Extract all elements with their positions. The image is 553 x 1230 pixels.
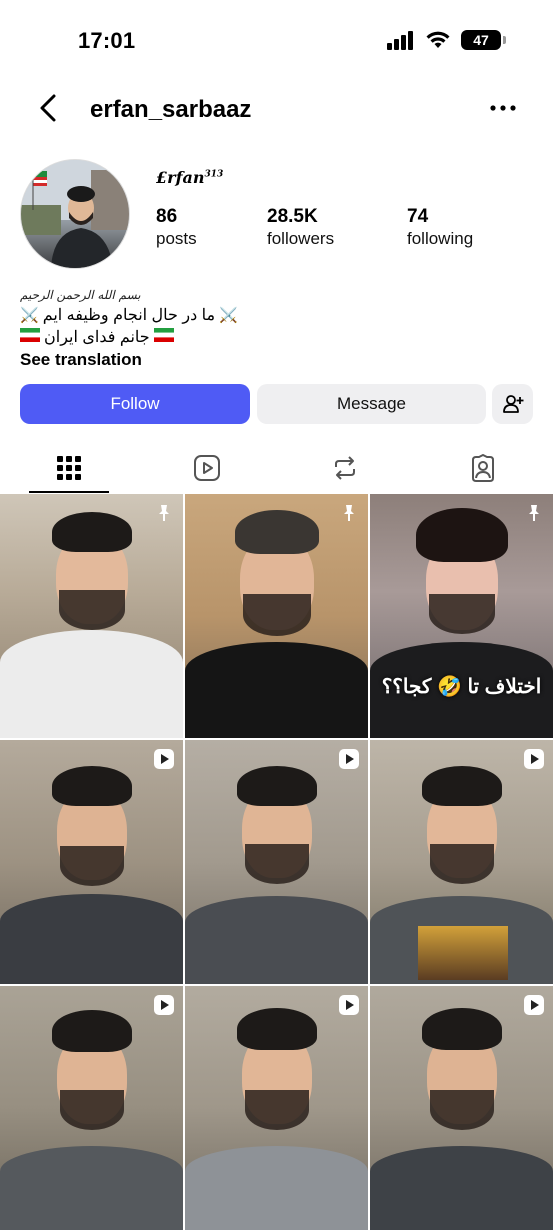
reel-icon: [338, 748, 360, 770]
post-image-detail: [185, 1146, 368, 1230]
posts-grid: اختلاف تا 🤣 کجا؟؟: [0, 494, 553, 1230]
post-image-detail: [421, 766, 502, 806]
post-image-detail: [51, 766, 132, 806]
post-image-detail: [185, 896, 368, 984]
crossed-swords-icon: ⚔️: [219, 307, 238, 324]
iran-flag-icon: [153, 327, 174, 349]
tab-posts-grid[interactable]: [29, 444, 109, 492]
bio-bismillah: بسم الله الرحمن الرحیم: [20, 288, 141, 302]
stat-following[interactable]: 74 following: [407, 206, 473, 250]
status-time: 17:01: [78, 28, 136, 53]
add-person-icon: [502, 395, 523, 413]
post-image-detail: [0, 630, 183, 738]
stat-followers[interactable]: 28.5K followers: [267, 206, 334, 250]
post-image-detail: [421, 1008, 502, 1050]
display-name-superscript: 313: [204, 169, 224, 180]
post-image-detail: [244, 1090, 309, 1130]
battery-icon: 47: [461, 30, 506, 50]
stat-posts-value: 86: [156, 206, 178, 227]
stat-followers-value: 28.5K: [267, 206, 318, 227]
post-image-detail: [236, 1008, 317, 1050]
stat-posts[interactable]: 86 posts: [156, 206, 197, 250]
bio-line-1-text: ما در حال انجام وظیفه ایم: [42, 307, 216, 324]
post-image-detail: [242, 594, 311, 636]
crossed-swords-icon: ⚔️: [20, 307, 39, 324]
post-image-detail: [236, 766, 317, 806]
message-button[interactable]: Message: [257, 384, 486, 424]
reposts-icon: [335, 456, 355, 480]
stat-following-label: following: [407, 229, 474, 248]
profile-username: erfan_sarbaaz: [90, 96, 252, 123]
post-image-detail: [0, 894, 183, 984]
post-image-detail: [415, 508, 508, 562]
stat-posts-label: posts: [156, 229, 197, 248]
post-image-detail: [51, 1010, 132, 1052]
post-image-detail: [244, 844, 309, 884]
reel-icon: [153, 994, 175, 1016]
suggest-user-button[interactable]: [492, 384, 533, 424]
more-horizontal-icon: [490, 105, 516, 111]
bio-line-2: جانم فدای ایران: [20, 327, 520, 349]
reel-icon: [338, 994, 360, 1016]
reel-icon: [523, 748, 545, 770]
post-thumbnail[interactable]: [0, 494, 183, 738]
follow-button[interactable]: Follow: [20, 384, 250, 424]
tab-reposts[interactable]: [305, 444, 385, 492]
post-thumbnail[interactable]: [370, 986, 553, 1230]
wifi-icon: [426, 31, 450, 48]
display-name-text: £rfan: [156, 168, 205, 187]
post-image-detail: [0, 1146, 183, 1230]
profile-bio: بسم الله الرحمن الرحیم ⚔️ ما در حال انجا…: [20, 285, 520, 349]
back-button[interactable]: [32, 92, 64, 124]
pin-icon: [338, 502, 360, 524]
post-thumbnail[interactable]: [0, 740, 183, 984]
post-image-detail: [58, 590, 125, 630]
post-inset-image: [418, 926, 508, 980]
iran-flag-icon: [20, 327, 40, 349]
tab-tagged[interactable]: [443, 444, 523, 492]
tab-reels[interactable]: [167, 444, 247, 492]
profile-tabs: [0, 444, 553, 494]
post-image-detail: [428, 594, 495, 634]
post-image-detail: [370, 1146, 553, 1230]
post-image-detail: [429, 844, 494, 884]
tagged-person-icon: [472, 454, 494, 482]
pin-icon: [523, 502, 545, 524]
post-image-detail: [51, 512, 132, 552]
profile-avatar[interactable]: [20, 159, 130, 269]
post-image-detail: [59, 846, 124, 886]
bio-line-1: ⚔️ ما در حال انجام وظیفه ایم ⚔️: [20, 305, 520, 327]
reel-icon: [523, 994, 545, 1016]
post-image-detail: [429, 1090, 494, 1130]
battery-level: 47: [473, 32, 489, 48]
post-image-detail: [59, 1090, 124, 1130]
stat-followers-label: followers: [267, 229, 335, 248]
status-icons: 47: [387, 30, 506, 50]
bio-line-2-text: جانم فدای ایران: [44, 329, 150, 346]
pin-icon: [153, 502, 175, 524]
post-thumbnail[interactable]: اختلاف تا 🤣 کجا؟؟: [370, 494, 553, 738]
profile-display-name: £rfan313: [156, 168, 223, 187]
profile-header: erfan_sarbaaz: [0, 84, 553, 136]
more-options-button[interactable]: [485, 92, 521, 124]
post-image-detail: [234, 510, 319, 554]
reel-icon: [153, 748, 175, 770]
reels-icon: [194, 455, 220, 481]
grid-icon: [57, 456, 81, 480]
stat-following-value: 74: [407, 206, 429, 227]
signal-icon: [387, 31, 413, 50]
post-thumbnail[interactable]: [185, 494, 368, 738]
see-translation-link[interactable]: See translation: [20, 350, 142, 370]
post-image-detail: [185, 642, 368, 738]
post-thumbnail[interactable]: [370, 740, 553, 984]
status-bar: 17:01 47: [0, 0, 553, 84]
avatar-photo: [21, 160, 129, 268]
chevron-left-icon: [40, 94, 56, 122]
active-tab-indicator: [29, 491, 109, 493]
post-thumbnail[interactable]: [185, 986, 368, 1230]
post-caption: اختلاف تا 🤣 کجا؟؟: [381, 676, 542, 698]
post-thumbnail[interactable]: [0, 986, 183, 1230]
post-thumbnail[interactable]: [185, 740, 368, 984]
